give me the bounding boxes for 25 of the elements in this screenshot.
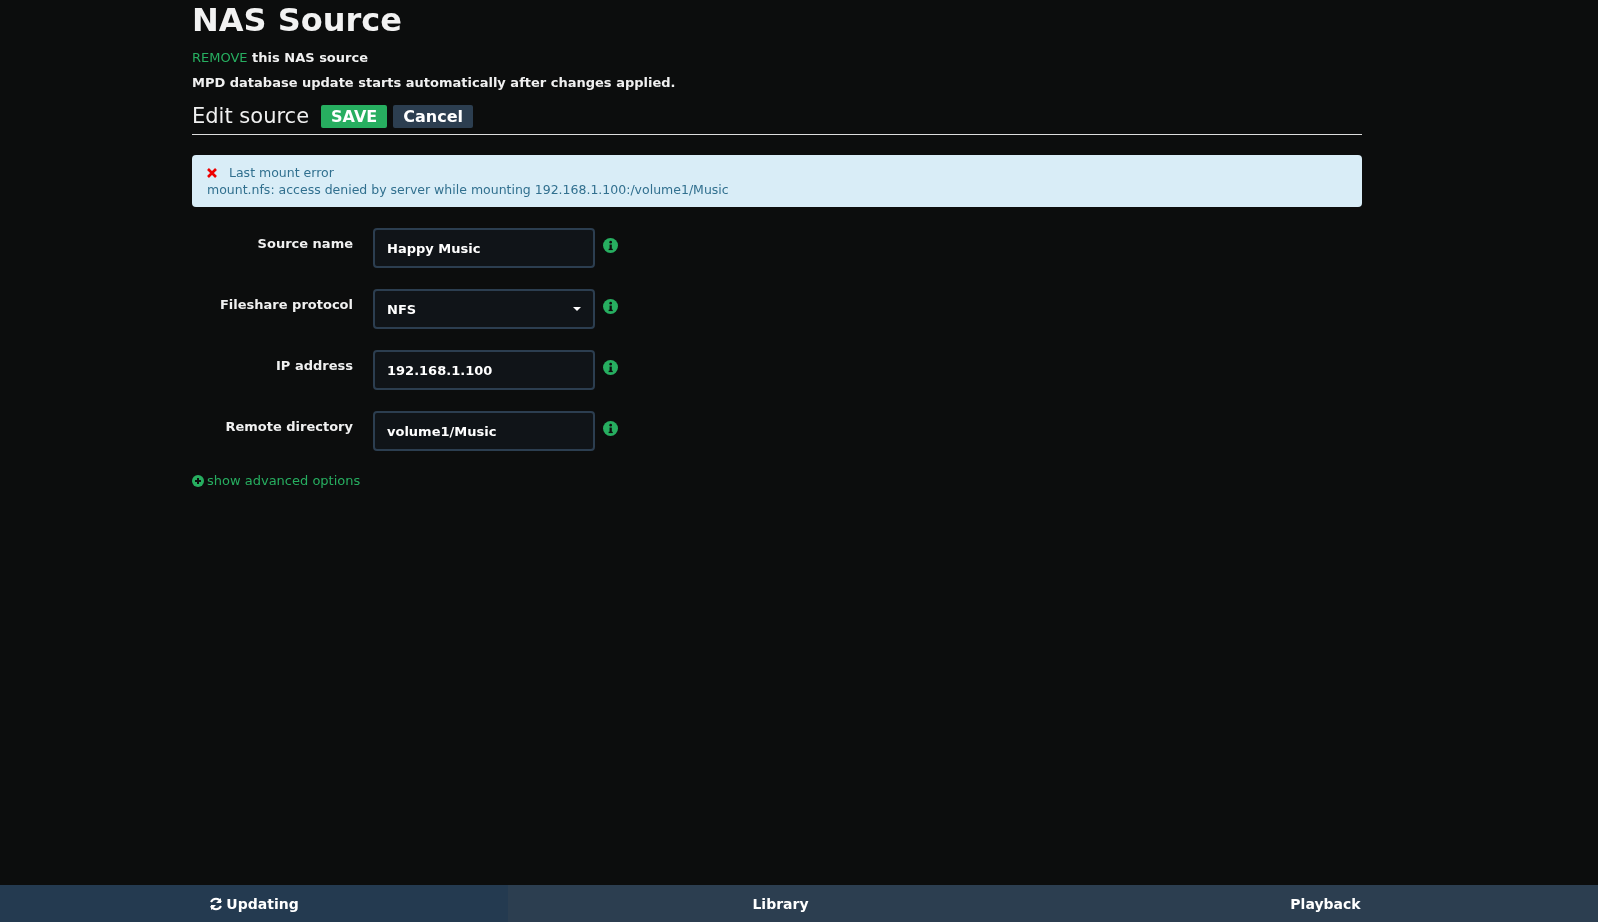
select-field[interactable]: NFS bbox=[373, 289, 595, 329]
info-icon[interactable] bbox=[603, 421, 618, 436]
alert-message: mount.nfs: access denied by server while mounting 192.168.1.100:/volume1/Music bbox=[207, 182, 730, 197]
field-label: Remote directory bbox=[224, 418, 353, 434]
remove-text: REMOVE this NAS source bbox=[192, 50, 369, 65]
input-field[interactable]: 192.168.1.100 bbox=[373, 350, 595, 390]
field-label: IP address bbox=[275, 357, 353, 373]
advanced-options-link[interactable]: show advanced options bbox=[192, 473, 361, 488]
info-icon[interactable] bbox=[603, 360, 618, 375]
caret-icon bbox=[573, 307, 581, 311]
section-title: Edit source bbox=[192, 104, 310, 128]
cancel-button[interactable]: Cancel bbox=[393, 104, 473, 128]
field-label: Source name bbox=[256, 235, 353, 251]
close-icon bbox=[207, 167, 217, 178]
plus-icon bbox=[192, 474, 204, 487]
field-label: Fileshare protocol bbox=[219, 296, 353, 312]
info-icon[interactable] bbox=[603, 238, 618, 253]
input-field[interactable]: Happy Music bbox=[373, 228, 595, 268]
info-note: MPD database update starts automatically after changes applied. bbox=[192, 75, 677, 90]
alert-title: Last mount error bbox=[229, 165, 334, 180]
page-title: NAS Source bbox=[192, 0, 403, 40]
input-field[interactable]: volume1/Music bbox=[373, 411, 595, 451]
refresh-icon bbox=[209, 896, 224, 911]
remove-link[interactable]: REMOVE bbox=[192, 50, 248, 65]
info-icon[interactable] bbox=[603, 299, 618, 314]
